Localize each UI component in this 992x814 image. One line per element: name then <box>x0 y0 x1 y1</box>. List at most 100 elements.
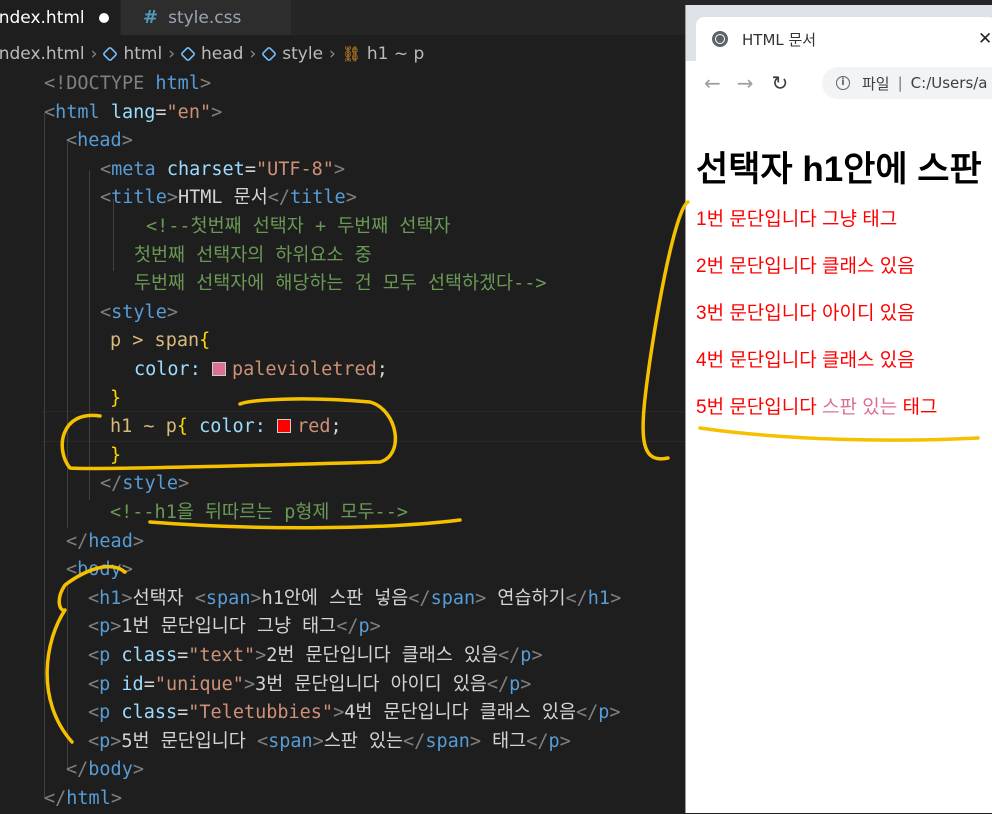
indent-guide <box>67 142 68 528</box>
tab-style-css[interactable]: # style.css <box>121 0 291 35</box>
breadcrumb-item[interactable]: index.html <box>0 44 85 64</box>
page-content: 선택자 h1안에 스판 넣음 연습하기 1번 문단입니다 그냥 태그 2번 문단… <box>696 105 992 431</box>
property-token: color: <box>134 359 201 380</box>
tab-index-html[interactable]: index.html <box>0 0 120 35</box>
tab-label: style.css <box>168 7 242 28</box>
code-line: <!DOCTYPE html> <box>44 73 212 94</box>
tag-token: body <box>77 559 122 581</box>
code-line: <title>HTML 문서</title> <box>100 187 357 209</box>
paragraph-text: 5번 문단입니다 <box>696 397 823 418</box>
chevron-right-icon: › <box>90 44 98 64</box>
info-icon[interactable]: i <box>836 76 850 90</box>
code-line: h1 ~ p{ color: red; <box>110 416 342 438</box>
chevron-right-icon: › <box>168 44 175 64</box>
tag-token: html <box>55 101 100 123</box>
close-icon[interactable]: ✕ <box>978 29 992 49</box>
text-token: 2번 문단입니다 클래스 있음 <box>266 645 499 666</box>
text-token: 선택자 <box>132 587 195 609</box>
chevron-right-icon: › <box>249 44 257 64</box>
tag-token: html <box>155 73 200 94</box>
string-token: "unique" <box>154 673 244 695</box>
css-file-icon: # <box>143 7 159 28</box>
code-line: </head> <box>66 530 144 552</box>
unsaved-dot-icon[interactable] <box>98 12 109 23</box>
text-token: 연습하기 <box>486 587 566 609</box>
text-token: 5번 문단입니다 <box>121 730 257 752</box>
attr-token: class <box>121 645 178 666</box>
reload-icon[interactable]: ↻ <box>772 71 789 95</box>
indent-guide <box>89 170 90 500</box>
paragraph: 5번 문단입니다 스판 있는 태그 <box>696 384 992 431</box>
color-swatch-icon[interactable] <box>277 419 292 434</box>
code-line: <meta charset="UTF-8"> <box>100 158 346 180</box>
paragraph: 2번 문단입니다 클래스 있음 <box>696 256 915 277</box>
browser-tab-strip: HTML 문서 ✕ <box>686 5 992 61</box>
tag-token: html <box>66 788 111 809</box>
indent-guide <box>44 113 45 799</box>
selector-token: h1 ~ p <box>110 416 177 438</box>
code-line: <p class="text">2번 문단입니다 클래스 있음</p> <box>88 645 543 666</box>
code-line: <p class="Teletubbies">4번 문단입니다 클래스 있음</… <box>88 702 621 724</box>
attr-token: charset <box>166 158 245 180</box>
doctype-token: <!DOCTYPE <box>44 73 145 94</box>
tag-token: style <box>122 473 178 495</box>
code-line: <!--h1을 뒤따르는 p형제 모두--> <box>110 502 408 523</box>
address-divider: | <box>897 74 903 92</box>
address-path: C:/Users/a <box>910 74 988 92</box>
tag-token: title <box>290 187 346 209</box>
tag-token: head <box>88 530 133 552</box>
string-token: "UTF-8" <box>255 158 334 180</box>
tag-token: head <box>77 130 122 152</box>
property-token: color: <box>199 416 266 438</box>
browser-toolbar: ← → ↻ i 파일 | C:/Users/a <box>686 61 992 105</box>
attr-token: lang <box>110 101 156 123</box>
page-heading: 선택자 h1안에 스판 넣음 연습하기 <box>696 150 992 189</box>
code-line: <h1>선택자 <span>h1안에 스판 넣음</span> 연습하기</h1… <box>88 587 622 609</box>
code-line: 두번째 선택자에 해당하는 건 모두 선택하겠다--> <box>134 273 547 295</box>
browser-tab[interactable]: HTML 문서 ✕ <box>696 17 992 61</box>
tag-token: meta <box>111 158 156 180</box>
code-line: <html lang="en"> <box>44 101 223 123</box>
browser-window: HTML 문서 ✕ ← → ↻ i 파일 | C:/Users/a 선택자 h1… <box>685 5 992 813</box>
color-swatch-icon[interactable] <box>211 362 226 376</box>
breadcrumb-item[interactable]: html <box>123 44 162 64</box>
breadcrumb-item[interactable]: style <box>282 44 323 64</box>
breadcrumb-item[interactable]: head <box>201 44 243 64</box>
code-line: </body> <box>66 759 144 781</box>
code-line: <!--첫번째 선택자 + 두번째 선택자 <box>146 216 451 237</box>
css-selector-icon: ⛓ <box>341 45 361 63</box>
string-token: "Teletubbies" <box>188 702 334 724</box>
code-line: <p>5번 문단입니다 <span>스판 있는</span> 태그</p> <box>88 730 571 752</box>
chevron-right-icon: › <box>329 44 336 64</box>
attr-token: id <box>121 673 144 695</box>
element-icon <box>102 46 119 62</box>
code-line: } <box>110 444 122 466</box>
text-token: 4번 문단입니다 클래스 있음 <box>344 702 576 724</box>
breadcrumb-item[interactable]: h1 ~ p <box>367 44 424 64</box>
paragraph: 3번 문단입니다 아이디 있음 <box>696 303 915 324</box>
browser-tab-title: HTML 문서 <box>742 30 817 49</box>
span-text: 스판 있는 <box>822 397 898 418</box>
text-token: 3번 문단입니다 아이디 있음 <box>255 673 487 695</box>
paragraph: 1번 문단입니다 그냥 태그 <box>696 209 898 230</box>
address-bar[interactable]: i 파일 | C:/Users/a <box>822 67 992 99</box>
text-token: 1번 문단입니다 그냥 태그 <box>121 616 337 638</box>
tag-token: body <box>88 759 133 781</box>
code-line: </html> <box>44 788 122 809</box>
code-line: color: palevioletred; <box>134 359 388 380</box>
code-line: <style> <box>100 301 178 323</box>
text-token: 태그 <box>481 730 527 752</box>
breadcrumb: index.html › html › head › style › ⛓ h1 … <box>0 40 424 68</box>
code-line: <head> <box>66 130 133 152</box>
address-scheme-label: 파일 <box>862 74 890 93</box>
globe-icon <box>712 31 728 47</box>
value-token: palevioletred <box>231 359 377 380</box>
code-line: p > span{ <box>110 330 211 352</box>
text-token: 스판 있는 <box>323 730 404 752</box>
tag-token: style <box>111 301 167 323</box>
forward-arrow-icon[interactable]: → <box>737 71 754 95</box>
indent-guide <box>67 585 68 771</box>
paragraph: 4번 문단입니다 클래스 있음 <box>696 350 915 371</box>
back-arrow-icon[interactable]: ← <box>704 71 721 95</box>
code-line: <body> <box>66 559 133 581</box>
